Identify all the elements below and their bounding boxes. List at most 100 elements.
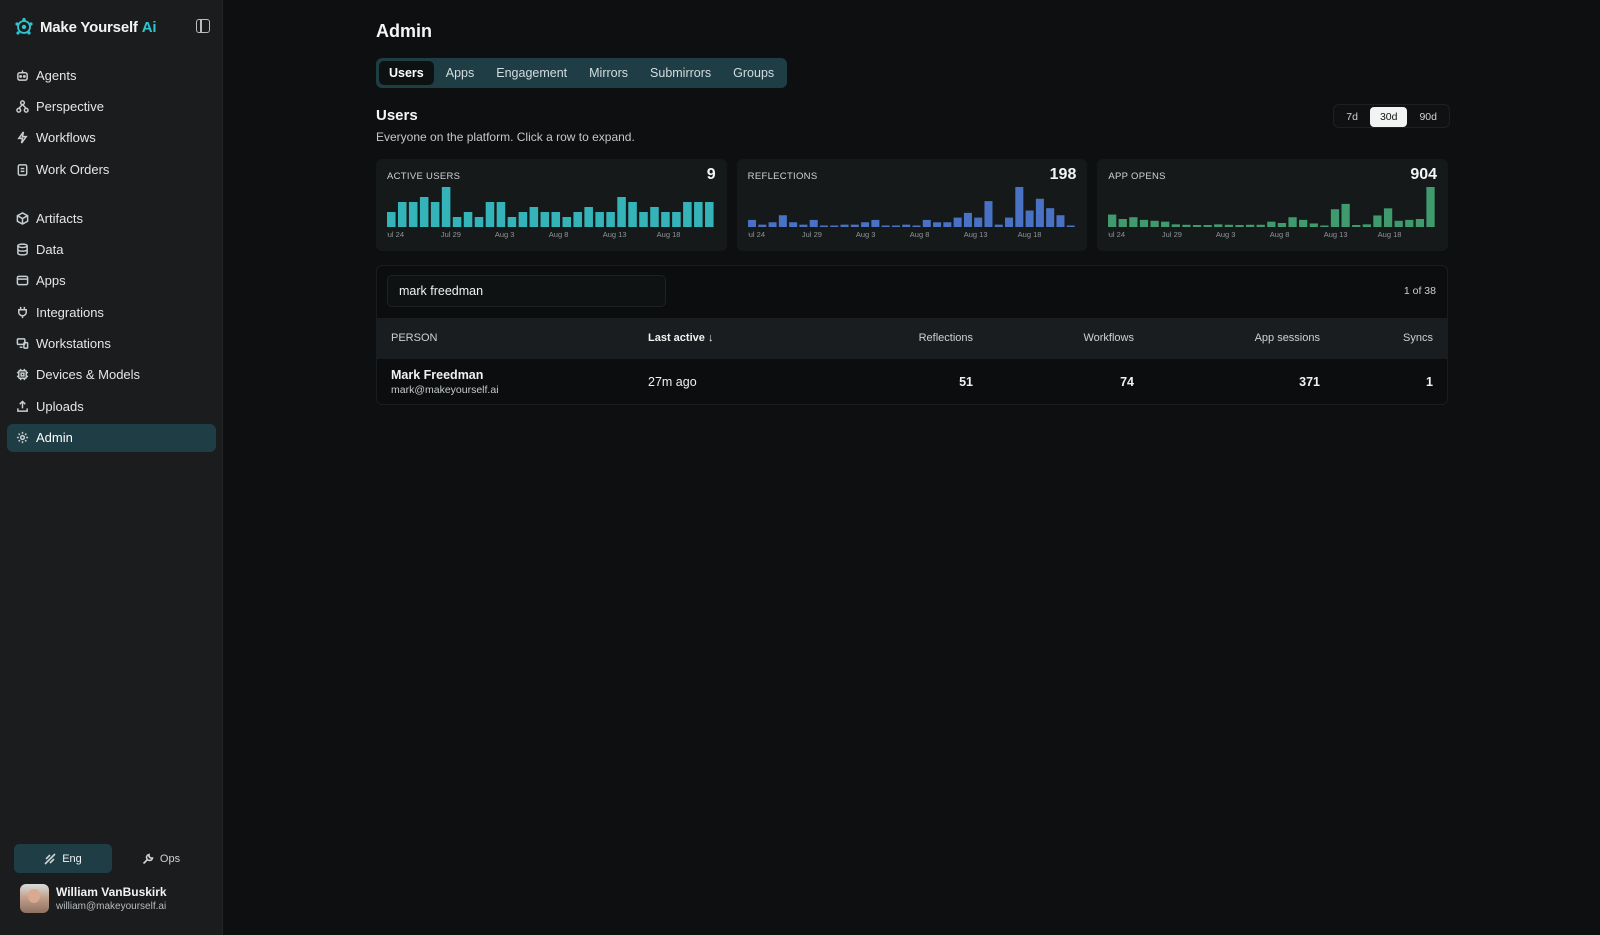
chart-bar bbox=[496, 202, 506, 227]
chart-tick-label: Aug 8 bbox=[549, 230, 569, 239]
chart-bar bbox=[1352, 225, 1361, 227]
brand-name: Make Yourself Ai bbox=[40, 18, 157, 36]
sidebar-item-label: Agents bbox=[36, 67, 77, 83]
person-name: Mark Freedman bbox=[391, 368, 484, 382]
tab-apps[interactable]: Apps bbox=[436, 61, 485, 85]
col-workflows[interactable]: Workflows bbox=[1083, 332, 1134, 344]
time-range-selector: 7d 30d 90d bbox=[1333, 104, 1450, 128]
mode-ops-label: Ops bbox=[159, 852, 181, 865]
range-30d-button[interactable]: 30d bbox=[1369, 107, 1408, 127]
sidebar-item-workflows[interactable]: Workflows bbox=[7, 124, 216, 152]
chart-bar bbox=[1373, 215, 1382, 227]
sidebar-item-workstations[interactable]: Workstations bbox=[7, 330, 216, 358]
gear-icon bbox=[15, 431, 29, 445]
col-last-active[interactable]: Last active ↓ bbox=[648, 332, 713, 344]
range-90d-button[interactable]: 90d bbox=[1409, 107, 1447, 127]
col-person[interactable]: PERSON bbox=[391, 332, 437, 344]
tab-groups[interactable]: Groups bbox=[723, 61, 784, 85]
result-count: 1 of 38 bbox=[1403, 285, 1436, 297]
chart-bar bbox=[1331, 209, 1340, 227]
range-7d-button[interactable]: 7d bbox=[1336, 107, 1368, 127]
chart-bar bbox=[1193, 225, 1202, 227]
sidebar-item-admin[interactable]: Admin bbox=[7, 423, 216, 452]
mode-ops-button[interactable]: Ops bbox=[112, 844, 210, 873]
chart-bar bbox=[387, 212, 396, 227]
table-row[interactable]: Mark Freedman mark@makeyourself.ai 27m a… bbox=[377, 359, 1447, 404]
chart-bar bbox=[551, 212, 561, 227]
chart-bar bbox=[1172, 224, 1181, 227]
sidebar-item-artifacts[interactable]: Artifacts bbox=[7, 204, 216, 232]
arrow-down-icon: ↓ bbox=[707, 332, 714, 344]
chart-bar bbox=[507, 217, 517, 227]
sidebar-item-perspective[interactable]: Perspective bbox=[7, 92, 216, 120]
chart-bar bbox=[1004, 217, 1013, 227]
lightning-icon bbox=[15, 131, 29, 145]
sidebar-item-agents[interactable]: Agents bbox=[7, 61, 216, 89]
chart-bar bbox=[1108, 214, 1117, 227]
col-syncs[interactable]: Syncs bbox=[1403, 332, 1433, 344]
chart-bar bbox=[628, 202, 637, 227]
chart-bar bbox=[1225, 224, 1234, 227]
chart-bar bbox=[1363, 224, 1372, 227]
chart-bar bbox=[912, 225, 921, 227]
chart-tick-label: Aug 3 bbox=[1216, 230, 1236, 239]
chart-bar bbox=[768, 222, 777, 227]
chart-bar bbox=[584, 207, 593, 227]
stat-card-reflections: REFLECTIONS 198 Jul 24 Jul 29 Aug 3 Aug 8 Au… bbox=[736, 159, 1088, 251]
user-profile[interactable]: William VanBuskirk william@makeyourself.… bbox=[20, 884, 167, 913]
window-icon bbox=[15, 274, 29, 288]
brand[interactable]: Make Yourself Ai bbox=[14, 16, 157, 38]
cell-last-active: 27m ago bbox=[648, 375, 697, 389]
chart-bar bbox=[799, 224, 808, 227]
chart-bar bbox=[1384, 208, 1393, 227]
chart-tick-label: Jul 24 bbox=[1108, 230, 1125, 239]
sidebar-item-apps[interactable]: Apps bbox=[7, 267, 216, 295]
sidebar-item-label: Admin bbox=[36, 430, 73, 446]
tab-engagement[interactable]: Engagement bbox=[486, 61, 577, 85]
col-reflections[interactable]: Reflections bbox=[919, 332, 973, 344]
tab-users[interactable]: Users bbox=[379, 61, 434, 85]
mode-eng-button[interactable]: Eng bbox=[14, 844, 112, 873]
chart-tick-label: Aug 8 bbox=[909, 230, 929, 239]
sidebar-item-work-orders[interactable]: Work Orders bbox=[7, 155, 216, 183]
chart-bar bbox=[1299, 219, 1308, 227]
stats-cards: ACTIVE USERS 9 Jul 24 Jul 29 Aug 3 Aug 8 Aug… bbox=[376, 159, 1449, 251]
stat-card-active-users: ACTIVE USERS 9 Jul 24 Jul 29 Aug 3 Aug 8 Aug… bbox=[376, 159, 727, 251]
chart-tick-label: Aug 8 bbox=[1270, 230, 1290, 239]
chart-tick-label: Aug 18 bbox=[1378, 230, 1402, 239]
sidebar-item-label: Workflows bbox=[36, 130, 96, 146]
tab-submirrors[interactable]: Submirrors bbox=[640, 61, 721, 85]
chart-tick-label: Jul 24 bbox=[387, 230, 404, 239]
chart-bar bbox=[397, 202, 407, 227]
chart-bar bbox=[540, 212, 550, 227]
stat-label: REFLECTIONS bbox=[747, 171, 818, 182]
chart-tick-label: Jul 29 bbox=[802, 230, 822, 239]
chart-bar bbox=[860, 222, 869, 227]
cell-workflows: 74 bbox=[1120, 375, 1134, 389]
chart-bar bbox=[1045, 208, 1054, 227]
search-input[interactable] bbox=[387, 275, 666, 307]
sidebar-item-uploads[interactable]: Uploads bbox=[7, 392, 216, 420]
col-app-sessions[interactable]: App sessions bbox=[1255, 332, 1320, 344]
chart-bar bbox=[408, 202, 418, 227]
chart-bar bbox=[1203, 225, 1213, 227]
sidebar: Make Yourself Ai Agents Perspective Workf… bbox=[0, 0, 223, 935]
sidebar-item-devices-models[interactable]: Devices & Models bbox=[7, 361, 216, 389]
chart-bar bbox=[829, 225, 838, 227]
table-header: PERSON Last active ↓ Reflections Workflo… bbox=[377, 318, 1447, 359]
chart-bar bbox=[1150, 220, 1160, 227]
sidebar-item-integrations[interactable]: Integrations bbox=[7, 298, 216, 326]
avatar bbox=[20, 884, 49, 913]
mode-eng-label: Eng bbox=[62, 852, 82, 865]
chart-bar bbox=[788, 222, 797, 227]
sidebar-item-data[interactable]: Data bbox=[7, 235, 216, 263]
sidebar-toggle-icon[interactable] bbox=[196, 19, 210, 33]
chart-tick-label: Aug 18 bbox=[657, 230, 681, 239]
chart-bar bbox=[1025, 210, 1034, 227]
chart-bar bbox=[1426, 187, 1436, 227]
chart-bar bbox=[650, 207, 659, 227]
cube-icon bbox=[15, 211, 29, 225]
chart-bar bbox=[1214, 224, 1223, 227]
tab-mirrors[interactable]: Mirrors bbox=[579, 61, 638, 85]
chart-bar bbox=[932, 222, 941, 227]
